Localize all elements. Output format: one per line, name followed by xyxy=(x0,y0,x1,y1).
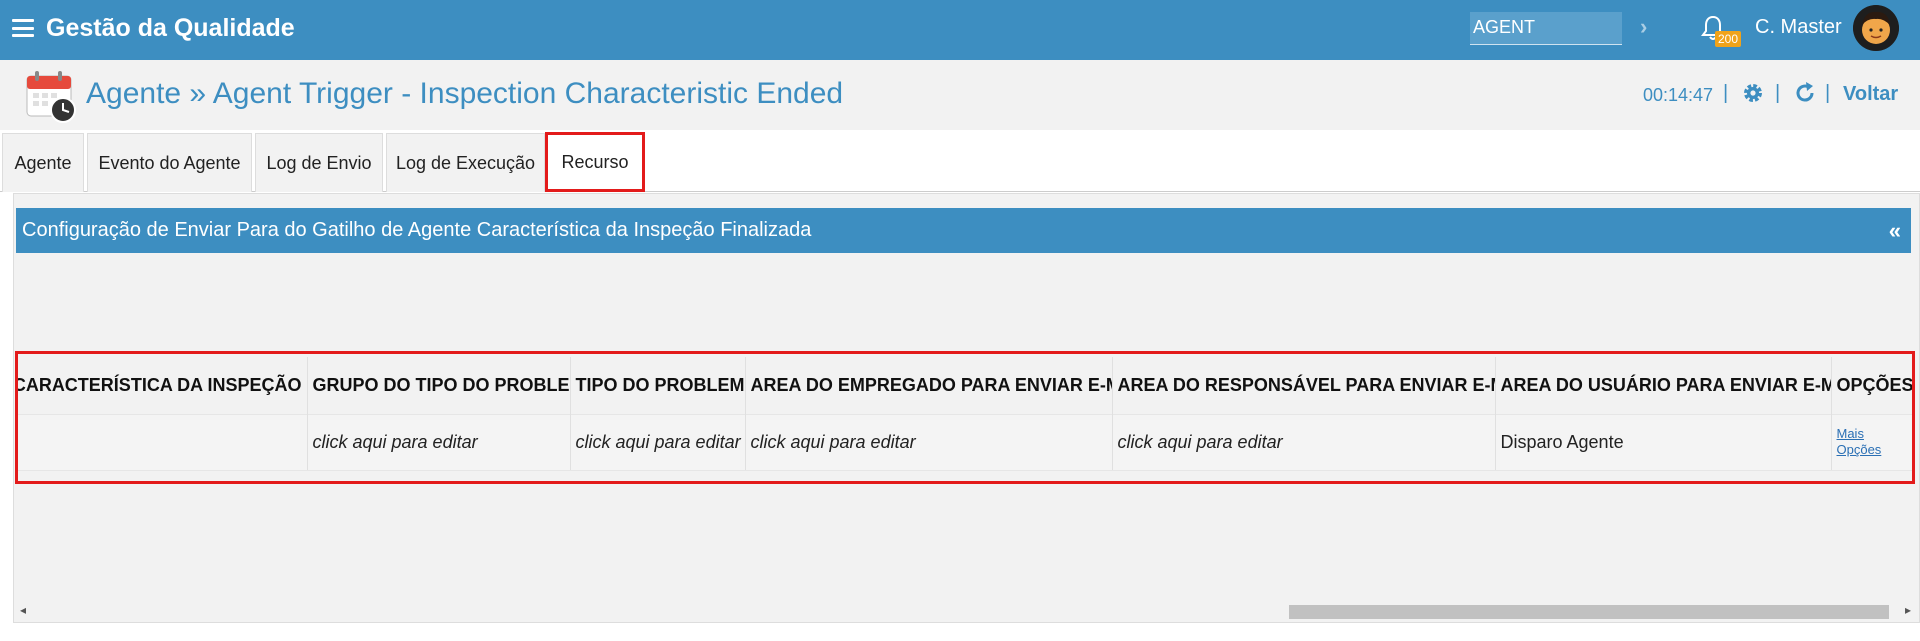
horizontal-scrollbar[interactable]: ◂ ▸ xyxy=(14,600,1919,622)
column-header[interactable]: GRUPO DO TIPO DO PROBLEMA xyxy=(307,357,571,414)
avatar[interactable] xyxy=(1853,5,1899,51)
scrollbar-thumb[interactable] xyxy=(1289,605,1889,619)
divider: | xyxy=(1775,82,1781,104)
chevron-right-icon[interactable]: › xyxy=(1640,14,1647,40)
app-title[interactable]: Gestão da Qualidade xyxy=(46,14,295,43)
tab-evento-do-agente[interactable]: Evento do Agente xyxy=(87,133,252,192)
column-header[interactable]: AREA DO USUÁRIO PARA ENVIAR E-MAIL xyxy=(1495,357,1832,414)
table-header-row: DA CARACTERÍSTICA DA INSPEÇÃO GRUPO DO T… xyxy=(16,357,1915,414)
collapse-icon[interactable]: « xyxy=(1889,218,1901,244)
tab-log-de-envio[interactable]: Log de Envio xyxy=(255,133,383,192)
notification-badge: 200 xyxy=(1715,31,1742,47)
options-cell: Mais Opções xyxy=(1831,413,1915,471)
page-header: Agente » Agent Trigger - Inspection Char… xyxy=(0,60,1920,130)
editable-cell[interactable]: click aqui para editar xyxy=(570,413,746,471)
page-title: Agente » Agent Trigger - Inspection Char… xyxy=(86,77,844,110)
editable-cell[interactable]: click aqui para editar xyxy=(307,413,571,471)
search-input[interactable]: AGENT xyxy=(1470,12,1622,45)
tab-recurso[interactable]: Recurso xyxy=(545,132,645,192)
table-cell[interactable]: Disparo Agente xyxy=(1495,413,1832,471)
menu-icon[interactable] xyxy=(12,19,34,37)
tab-bar: Agente Evento do Agente Log de Envio Log… xyxy=(0,132,1920,192)
more-options-link[interactable]: Mais xyxy=(1837,426,1909,442)
tab-agente[interactable]: Agente xyxy=(2,133,84,192)
top-bar: Gestão da Qualidade AGENT › 200 C. Maste… xyxy=(0,0,1920,60)
data-grid: DA CARACTERÍSTICA DA INSPEÇÃO GRUPO DO T… xyxy=(16,357,1915,471)
back-link[interactable]: Voltar xyxy=(1843,83,1898,106)
more-options-link[interactable]: Opções xyxy=(1837,442,1909,458)
table-cell[interactable] xyxy=(16,413,308,471)
refresh-icon[interactable] xyxy=(1793,81,1817,105)
gear-icon[interactable] xyxy=(1741,81,1765,105)
scroll-left-icon[interactable]: ◂ xyxy=(20,603,26,617)
calendar-clock-icon xyxy=(26,71,76,123)
scroll-right-icon[interactable]: ▸ xyxy=(1905,603,1911,617)
user-name[interactable]: C. Master xyxy=(1755,16,1842,39)
column-header[interactable]: OPÇÕES xyxy=(1831,357,1915,414)
editable-cell[interactable]: click aqui para editar xyxy=(1112,413,1496,471)
divider: | xyxy=(1825,82,1831,104)
tab-log-de-execucao[interactable]: Log de Execução xyxy=(386,133,545,192)
session-timer: 00:14:47 xyxy=(1643,85,1714,105)
column-header[interactable]: DA CARACTERÍSTICA DA INSPEÇÃO xyxy=(16,357,308,414)
column-header[interactable]: AREA DO EMPREGADO PARA ENVIAR E-MAIL xyxy=(745,357,1113,414)
editable-cell[interactable]: click aqui para editar xyxy=(745,413,1113,471)
table-row: click aqui para editar click aqui para e… xyxy=(16,413,1915,471)
divider: | xyxy=(1723,82,1729,104)
column-header[interactable]: TIPO DO PROBLEMA xyxy=(570,357,746,414)
panel-header: Configuração de Enviar Para do Gatilho d… xyxy=(16,208,1911,253)
config-panel: Configuração de Enviar Para do Gatilho d… xyxy=(13,193,1920,623)
panel-title: Configuração de Enviar Para do Gatilho d… xyxy=(22,219,812,241)
column-header[interactable]: AREA DO RESPONSÁVEL PARA ENVIAR E-MAIL xyxy=(1112,357,1496,414)
